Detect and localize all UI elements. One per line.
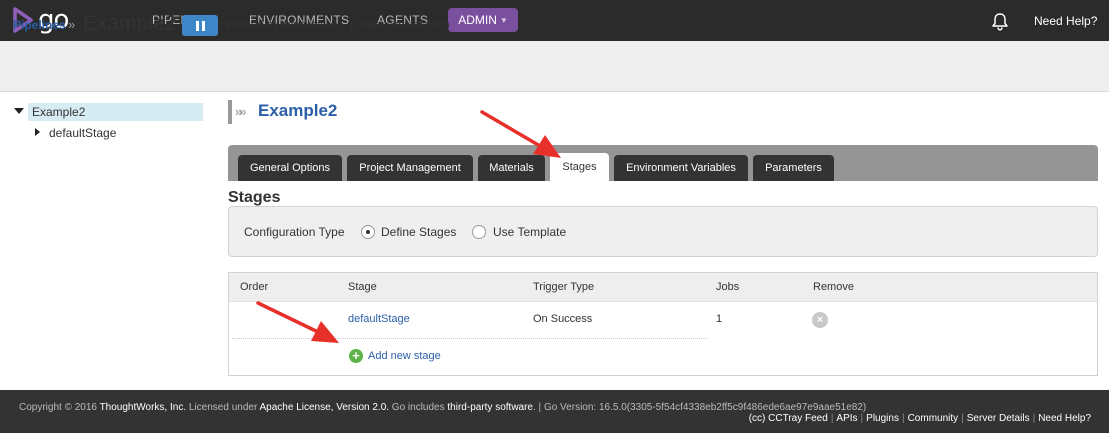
footer-separator: | — [860, 413, 864, 424]
version-separator: . | — [533, 402, 544, 413]
license-link[interactable]: Apache License, Version 2.0. — [260, 402, 390, 413]
column-header-order: Order — [240, 281, 269, 293]
footer-need-help-link[interactable]: Need Help? — [1038, 413, 1091, 424]
add-new-stage-link[interactable]: Add new stage — [368, 350, 441, 362]
under-construction-text: (Under construction) — [350, 19, 450, 31]
caret-down-icon: ▼ — [499, 15, 508, 25]
cctray-feed-link[interactable]: (cc) CCTray Feed — [749, 413, 828, 424]
pause-icon — [195, 20, 199, 31]
server-details-link[interactable]: Server Details — [967, 413, 1030, 424]
column-header-trigger-type: Trigger Type — [533, 281, 595, 293]
expand-triangle-icon[interactable] — [35, 128, 40, 136]
apis-link[interactable]: APIs — [836, 413, 857, 424]
row-divider — [232, 338, 708, 339]
double-chevron-icon: »» — [235, 104, 247, 119]
third-party-link[interactable]: third-party software — [447, 402, 533, 413]
copyright-text: Copyright © 2016 — [19, 402, 100, 413]
footer-separator: | — [830, 413, 834, 424]
pause-icon-bar — [201, 20, 205, 31]
company-link[interactable]: ThoughtWorks, Inc. — [100, 402, 187, 413]
bell-icon[interactable] — [991, 12, 1009, 31]
collapse-triangle-icon[interactable] — [14, 108, 24, 114]
tab-project-management[interactable]: Project Management — [347, 155, 473, 181]
remove-icon[interactable]: × — [812, 312, 828, 328]
tab-stages[interactable]: Stages — [550, 153, 609, 181]
breadcrumb-separator: » — [68, 17, 76, 32]
add-icon[interactable]: + — [349, 349, 363, 363]
includes-text: Go includes — [389, 402, 448, 413]
column-header-remove: Remove — [813, 281, 854, 293]
configuration-type-panel — [228, 206, 1098, 257]
stage-trigger-type: On Success — [533, 313, 593, 325]
define-stages-label[interactable]: Define Stages — [381, 225, 456, 239]
tab-parameters[interactable]: Parameters — [753, 155, 834, 181]
use-template-radio[interactable] — [472, 225, 486, 239]
pipeline-header — [0, 41, 1109, 92]
title-accent-bar — [228, 100, 232, 124]
column-header-stage: Stage — [348, 281, 377, 293]
configuration-type-label: Configuration Type — [244, 225, 345, 239]
community-link[interactable]: Community — [908, 413, 959, 424]
plugins-link[interactable]: Plugins — [866, 413, 899, 424]
footer-links: (cc) CCTray Feed | APIs | Plugins | Community |… — [749, 413, 1091, 424]
use-template-label[interactable]: Use Template — [493, 225, 566, 239]
footer-separator: | — [961, 413, 964, 424]
nav-admin-button[interactable]: ADMIN ▼ — [448, 8, 518, 32]
tab-general-options[interactable]: General Options — [238, 155, 342, 181]
admin-label: ADMIN — [458, 13, 497, 27]
column-header-jobs: Jobs — [716, 281, 740, 293]
licensed-text: Licensed under — [186, 402, 260, 413]
tree-item-pipeline[interactable]: Example2 — [28, 103, 203, 121]
need-help-link[interactable]: Need Help? — [1034, 14, 1097, 28]
pipeline-title: Example2 — [83, 12, 177, 35]
stages-heading: Stages — [228, 189, 281, 206]
footer-separator: | — [1032, 413, 1036, 424]
tab-materials[interactable]: Materials — [478, 155, 545, 181]
footer-copyright-line: Copyright © 2016 ThoughtWorks, Inc. Lice… — [19, 402, 866, 413]
pause-button[interactable] — [182, 15, 218, 36]
footer-separator: | — [901, 413, 905, 424]
stage-jobs-count: 1 — [716, 313, 723, 325]
breadcrumb-pipelines[interactable]: Pipelines — [13, 18, 66, 32]
page-title: Example2 — [258, 101, 338, 120]
define-stages-radio[interactable] — [361, 225, 375, 239]
paused-by-text: Paused by anonymous — [226, 19, 338, 31]
go-version-text: Go Version: 16.5.0(3305-5f54cf4338eb2ff5… — [543, 402, 867, 413]
stage-name-link[interactable]: defaultStage — [348, 313, 410, 325]
tab-environment-variables[interactable]: Environment Variables — [614, 155, 748, 181]
tree-item-stage[interactable]: defaultStage — [49, 126, 116, 140]
